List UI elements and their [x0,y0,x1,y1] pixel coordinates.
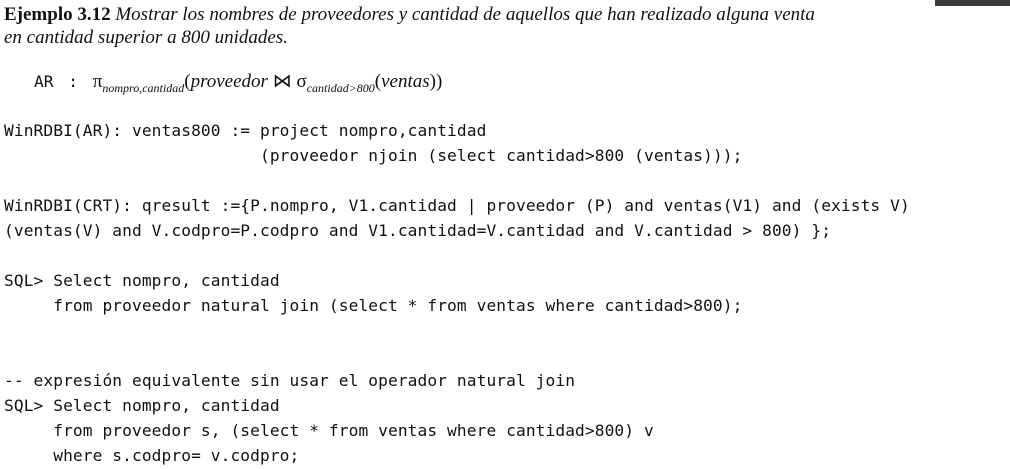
example-description-line1: Mostrar los nombres de proveedores y can… [115,4,815,25]
relational-algebra-expression: AR : πnompro,cantidad(proveedor ⋈ σcanti… [34,70,442,96]
projection-attributes: nompro,cantidad [102,80,185,95]
natural-join-symbol: ⋈ [272,71,292,92]
relation-proveedor: proveedor [190,71,268,92]
code-line: -- expresión equivalente sin usar el ope… [4,371,576,390]
code-line: (ventas(V) and V.codpro=P.codpro and V1.… [4,221,832,240]
selection-symbol: σ [296,71,307,92]
code-line: from proveedor s, (select * from ventas … [4,421,654,440]
relation-ventas: ventas [381,71,430,92]
example-heading: Ejemplo 3.12 Mostrar los nombres de prov… [4,4,815,26]
example-heading-continuation: en cantidad superior a 800 unidades. [4,27,288,49]
ar-separator: : [68,72,78,91]
example-label: Ejemplo 3.12 [4,4,111,25]
code-line: from proveedor natural join (select * fr… [4,296,743,315]
code-line: (proveedor njoin (select cantidad>800 (v… [4,146,743,165]
code-line: SQL> Select nompro, cantidad [4,271,280,290]
ar-label: AR [34,72,54,91]
code-line: WinRDBI(CRT): qresult :={P.nompro, V1.ca… [4,196,910,215]
projection-symbol: π [92,71,103,92]
selection-condition: cantidad>800 [306,80,375,95]
ar-formula: πnompro,cantidad(proveedor ⋈ σcantidad>8… [92,71,443,95]
example-description-line2: en cantidad superior a 800 unidades. [4,27,288,48]
code-line: SQL> Select nompro, cantidad [4,396,280,415]
code-line: WinRDBI(AR): ventas800 := project nompro… [4,121,487,140]
corner-decoration [935,0,1010,6]
code-line: where s.codpro= v.codpro; [4,446,300,465]
